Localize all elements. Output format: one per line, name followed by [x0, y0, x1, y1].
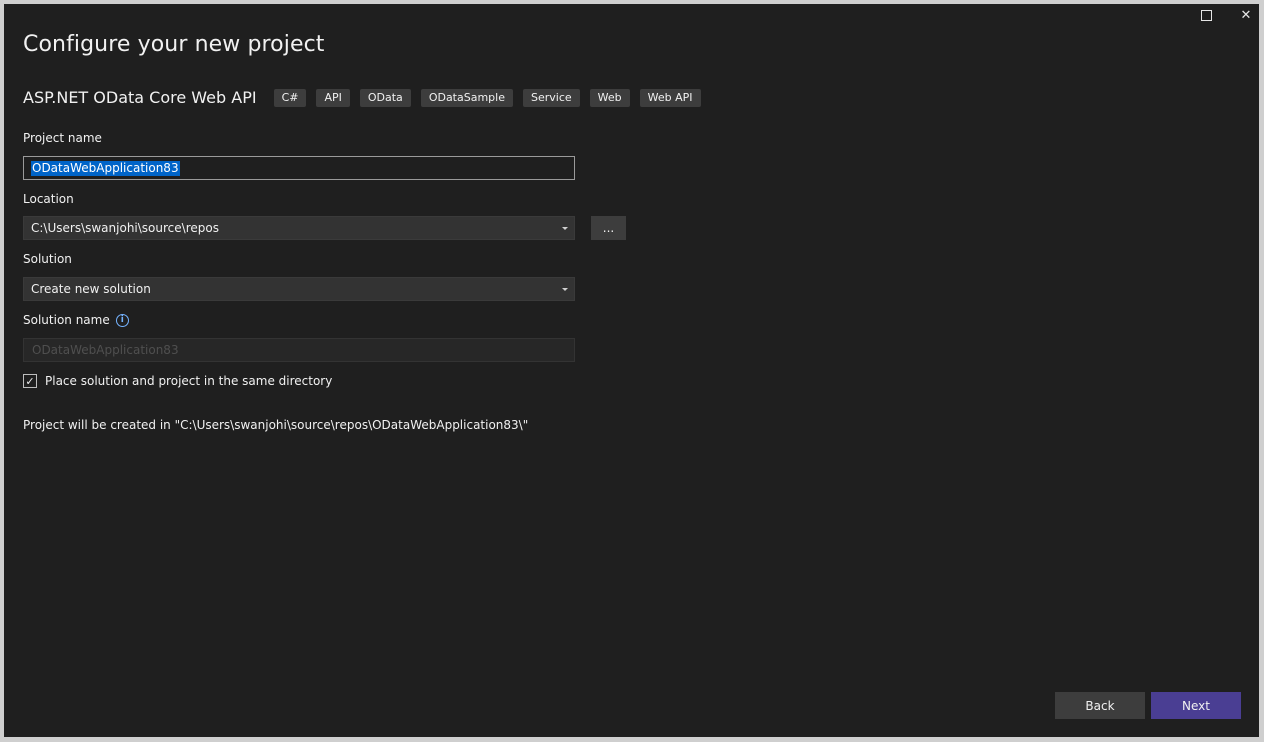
next-button[interactable]: Next: [1151, 692, 1241, 719]
project-name-input[interactable]: ODataWebApplication83: [23, 156, 575, 180]
solution-value: Create new solution: [31, 282, 151, 296]
solution-name-input: ODataWebApplication83: [23, 338, 575, 362]
project-name-label: Project name: [23, 131, 102, 145]
project-name-value: ODataWebApplication83: [31, 160, 180, 176]
solution-dropdown[interactable]: Create new solution: [23, 277, 575, 301]
solution-name-value: ODataWebApplication83: [32, 343, 179, 357]
location-value: C:\Users\swanjohi\source\repos: [31, 221, 219, 235]
maximize-icon: [1200, 9, 1212, 21]
info-icon[interactable]: i: [115, 313, 129, 327]
close-button[interactable]: ✕: [1226, 4, 1264, 26]
browse-location-button[interactable]: ...: [591, 216, 626, 240]
tag-api: API: [316, 88, 350, 107]
chevron-down-icon: [562, 288, 568, 291]
maximize-button[interactable]: [1186, 4, 1226, 26]
tag-odata: OData: [359, 88, 411, 107]
checkmark-icon: ✓: [25, 374, 35, 388]
tag-odatasample: ODataSample: [420, 88, 513, 107]
chevron-down-icon: [562, 227, 568, 230]
solution-label: Solution: [23, 252, 72, 266]
same-directory-option: ✓ Place solution and project in the same…: [23, 374, 332, 388]
tag-service: Service: [522, 88, 580, 107]
location-combobox[interactable]: C:\Users\swanjohi\source\repos: [23, 216, 575, 240]
solution-name-label-row: Solution name i: [23, 313, 129, 327]
template-header: ASP.NET OData Core Web API C# API OData …: [23, 88, 711, 107]
same-directory-label[interactable]: Place solution and project in the same d…: [45, 374, 332, 388]
close-icon: ✕: [1240, 7, 1252, 23]
tag-csharp: C#: [273, 88, 307, 107]
template-name: ASP.NET OData Core Web API: [23, 88, 257, 107]
configure-project-dialog: ✕ Configure your new project ASP.NET ODa…: [4, 4, 1259, 737]
same-directory-checkbox[interactable]: ✓: [23, 374, 37, 388]
solution-name-label: Solution name: [23, 313, 110, 327]
tag-web-api: Web API: [639, 88, 701, 107]
tag-web: Web: [589, 88, 630, 107]
page-title: Configure your new project: [23, 32, 325, 57]
location-label: Location: [23, 192, 74, 206]
back-button[interactable]: Back: [1055, 692, 1145, 719]
project-path-message: Project will be created in "C:\Users\swa…: [23, 418, 529, 432]
